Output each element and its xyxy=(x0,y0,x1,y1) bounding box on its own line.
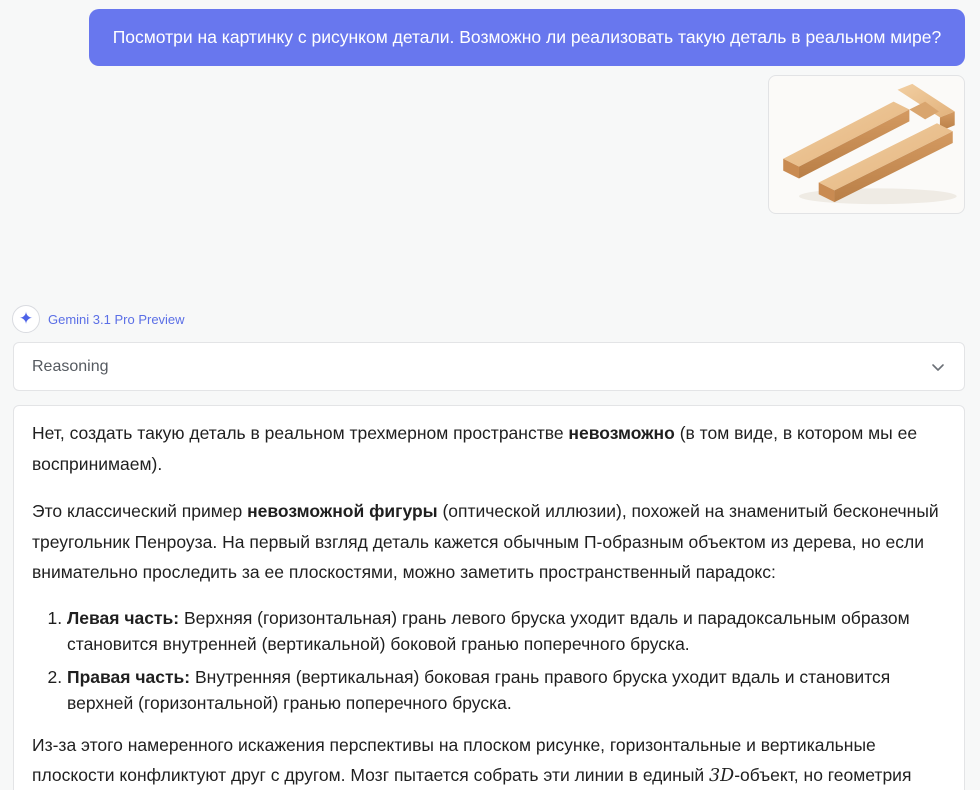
user-message-bubble: Посмотри на картинку с рисунком детали. … xyxy=(89,9,965,66)
list-item-text: Внутренняя (вертикальная) боковая грань … xyxy=(67,666,891,713)
model-header: ✦ Gemini 3.1 Pro Preview xyxy=(12,305,185,333)
list-item: Левая часть: Верхняя (горизонтальная) гр… xyxy=(67,605,946,657)
math-3d: 3D xyxy=(709,766,735,786)
answer-bold: невозможной фигуры xyxy=(247,501,438,521)
model-name: Gemini 3.1 Pro Preview xyxy=(48,311,185,327)
model-answer: Нет, создать такую деталь в реальном тре… xyxy=(13,405,965,790)
answer-text: Нет, создать такую деталь в реальном тре… xyxy=(32,423,569,443)
list-item-title: Левая часть: xyxy=(67,607,180,628)
answer-paragraph-1: Нет, создать такую деталь в реальном тре… xyxy=(32,418,946,479)
answer-bold: невозможно xyxy=(568,423,675,443)
answer-paragraph-2: Это классический пример невозможной фигу… xyxy=(32,496,946,588)
user-message-text: Посмотри на картинку с рисунком детали. … xyxy=(112,27,942,47)
answer-text: -объект, но геометрия xyxy=(734,765,912,785)
answer-list: Левая часть: Верхняя (горизонтальная) гр… xyxy=(32,605,946,716)
reasoning-label: Reasoning xyxy=(32,357,109,375)
list-item-text: Верхняя (горизонтальная) грань левого бр… xyxy=(67,607,910,654)
reasoning-toggle[interactable]: Reasoning xyxy=(13,342,965,391)
chevron-down-icon xyxy=(932,363,944,371)
answer-text: Это классический пример xyxy=(32,501,248,521)
attached-image[interactable] xyxy=(768,75,965,214)
list-item-title: Правая часть: xyxy=(67,666,191,687)
answer-paragraph-3: Из-за этого намеренного искажения перспе… xyxy=(32,730,946,790)
sparkle-icon: ✦ xyxy=(12,305,40,333)
list-item: Правая часть: Внутренняя (вертикальная) … xyxy=(67,664,946,716)
wooden-part-image xyxy=(783,83,957,205)
